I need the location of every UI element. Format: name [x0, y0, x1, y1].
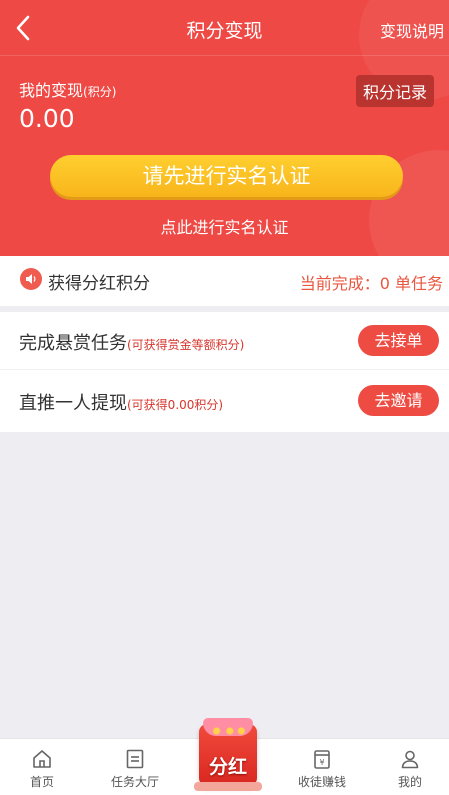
- list-item: 完成悬赏任务(可获得赏金等额积分) 去接单: [0, 312, 449, 370]
- balance-label: 我的变现(积分): [19, 77, 116, 101]
- tab-dividend[interactable]: 分红: [190, 718, 266, 795]
- tab-label: 我的: [397, 775, 422, 789]
- progress-count: 0: [379, 274, 390, 293]
- home-icon: [33, 750, 51, 768]
- tab-task-hall[interactable]: 任务大厅: [100, 739, 170, 795]
- header-banner: 积分变现 变现说明 我的变现(积分) 0.00 积分记录 请先进行实名认证 点此…: [0, 0, 449, 256]
- svg-text:¥: ¥: [319, 758, 324, 767]
- coins-decor: [209, 726, 247, 736]
- tab-label: 首页: [29, 775, 54, 789]
- list-item: 直推一人提现(可获得0.00积分) 去邀请: [0, 372, 449, 430]
- task-name: 直推一人提现(可获得0.00积分): [19, 389, 223, 415]
- accept-order-button[interactable]: 去接单: [358, 325, 439, 356]
- task-title: 直推一人提现: [19, 393, 127, 414]
- user-icon: [401, 750, 419, 769]
- verify-identity-link[interactable]: 点此进行实名认证: [0, 214, 449, 238]
- task-hint: (可获得赏金等额积分): [127, 338, 245, 352]
- balance-unit: (积分): [83, 85, 117, 99]
- balance-label-text: 我的变现: [19, 81, 84, 100]
- task-hint: (可获得0.00积分): [127, 398, 224, 412]
- progress-suffix: 单任务: [394, 274, 443, 293]
- task-title: 完成悬赏任务: [19, 333, 127, 354]
- task-name: 完成悬赏任务(可获得赏金等额积分): [19, 329, 244, 355]
- tab-label: 任务大厅: [110, 775, 159, 789]
- nav-bar: 积分变现 变现说明: [0, 0, 449, 56]
- task-list-icon: [126, 749, 144, 769]
- dividend-panel: 获得分红积分 当前完成：0 单任务: [0, 256, 449, 306]
- task-progress: 当前完成：0 单任务: [300, 270, 443, 294]
- invite-button[interactable]: 去邀请: [358, 385, 439, 416]
- balance-value: 0.00: [19, 104, 75, 133]
- progress-prefix: 当前完成：: [299, 274, 380, 293]
- speaker-icon: [20, 268, 42, 290]
- tab-mine[interactable]: 我的: [375, 739, 445, 795]
- red-envelope-base: [194, 782, 262, 791]
- cash-out-info-link[interactable]: 变现说明: [380, 18, 444, 42]
- money-jar-icon: ¥: [314, 750, 330, 769]
- task-list: 完成悬赏任务(可获得赏金等额积分) 去接单 直推一人提现(可获得0.00积分) …: [0, 312, 449, 432]
- tab-home[interactable]: 首页: [7, 739, 77, 795]
- verify-identity-button[interactable]: 请先进行实名认证: [50, 155, 403, 197]
- tab-apprentice[interactable]: ¥ 收徒赚钱: [287, 739, 357, 795]
- tab-label: 收徒赚钱: [297, 775, 346, 789]
- points-record-button[interactable]: 积分记录: [355, 75, 434, 107]
- dividend-tab-label: 分红: [208, 756, 247, 778]
- dividend-label: 获得分红积分: [48, 274, 150, 294]
